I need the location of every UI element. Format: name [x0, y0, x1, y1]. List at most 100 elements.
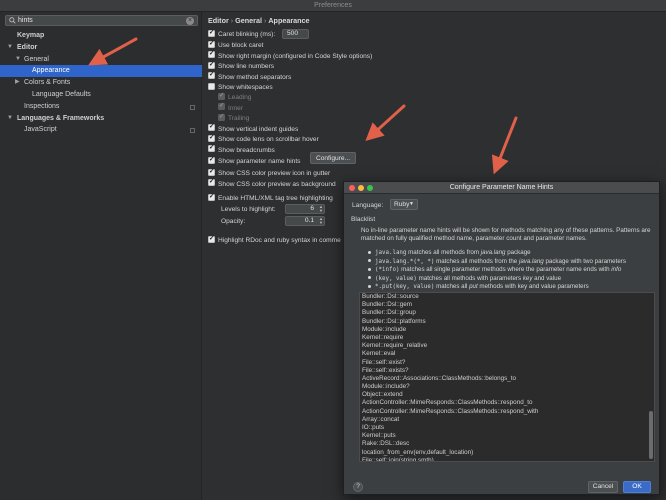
blacklist-entry[interactable]: Bundler::Dsl::group — [360, 309, 654, 317]
configure-button[interactable]: Configure... — [310, 152, 356, 164]
levels-value[interactable]: 6 — [310, 205, 314, 212]
stepper-arrows-icon[interactable]: ▲ ▼ — [319, 217, 323, 225]
whitespaces-option[interactable]: Show whitespaces — [208, 82, 273, 93]
blacklist-entry[interactable]: Module::include? — [360, 383, 654, 391]
html-xml-label: Enable HTML/XML tag tree highlighting — [218, 195, 333, 202]
tree-item-label: Appearance — [32, 67, 70, 75]
chevron-down-icon: ▼ — [409, 201, 414, 207]
right-margin-option[interactable]: Show right margin (configured in Code St… — [208, 49, 372, 62]
blacklist-entry[interactable]: Kernel::eval — [360, 350, 654, 358]
param-hints-option[interactable]: Show parameter name hints — [208, 155, 301, 167]
css-gutter-label: Show CSS color preview icon in gutter — [218, 170, 331, 177]
tree-item-label: Languages & Frameworks — [17, 114, 105, 122]
chevron-down-icon[interactable]: ▼ — [15, 54, 21, 66]
blacklist-entry[interactable]: Object::extend — [360, 391, 654, 399]
search-icon — [9, 17, 16, 24]
blacklist-entry[interactable]: ActionController::MimeResponds::ClassMet… — [360, 399, 654, 407]
language-select[interactable]: Ruby ▼ — [390, 199, 418, 210]
line-numbers-option[interactable]: Show line numbers — [208, 60, 274, 72]
blacklist-entry[interactable]: Module::include — [360, 326, 654, 334]
blacklist-entry[interactable]: File::self::exists? — [360, 367, 654, 375]
blacklist-entry[interactable]: Rake::DSL::desc — [360, 440, 654, 448]
chevron-down-icon[interactable]: ▼ — [7, 42, 13, 54]
css-background-checkbox[interactable] — [208, 177, 215, 187]
block-caret-option[interactable]: Use block caret — [208, 39, 264, 51]
blacklist-editor[interactable]: Bundler::Dsl::source Bundler::Dsl::gem Bun… — [359, 292, 655, 462]
inner-checkbox[interactable] — [218, 101, 225, 111]
right-margin-checkbox[interactable] — [208, 49, 215, 59]
blacklist-entry[interactable]: Bundler::Dsl::source — [360, 293, 654, 301]
block-caret-checkbox[interactable] — [208, 39, 215, 49]
html-xml-option[interactable]: Enable HTML/XML tag tree highlighting — [208, 192, 333, 204]
breadcrumbs-checkbox[interactable] — [208, 143, 215, 153]
vertical-guides-option[interactable]: Show vertical indent guides — [208, 122, 298, 135]
tree-item-editor[interactable]: ▼ Editor — [0, 42, 202, 54]
blacklist-entry[interactable]: Bundler::Dsl::gem — [360, 301, 654, 309]
tree-item-keymap[interactable]: Keymap — [0, 30, 202, 42]
tree-item-label: Keymap — [17, 32, 45, 39]
trailing-option[interactable]: Trailing — [218, 112, 249, 124]
blacklist-entry[interactable]: IO::puts — [360, 424, 654, 432]
chevron-right-icon[interactable]: ▶ — [15, 77, 20, 89]
stepper-arrows-icon[interactable]: ▲ ▼ — [319, 205, 323, 213]
blacklist-entry[interactable]: File::self::join(string,smth) — [360, 457, 654, 461]
search-field[interactable]: hints × — [5, 15, 198, 26]
tree-item-language-defaults[interactable]: Language Defaults — [0, 89, 202, 101]
code-lens-checkbox[interactable] — [208, 133, 215, 143]
tree-item-javascript[interactable]: JavaScript — [0, 124, 202, 136]
css-gutter-checkbox[interactable] — [208, 167, 215, 177]
tree-item-appearance[interactable]: Appearance — [0, 65, 202, 78]
language-label: Language: — [352, 202, 384, 209]
html-xml-checkbox[interactable] — [208, 192, 215, 202]
search-input[interactable]: hints — [18, 17, 33, 24]
caret-blinking-value[interactable]: 500 — [287, 30, 298, 37]
blacklist-entry[interactable]: location_from_env(env,default_location) — [360, 449, 654, 457]
blacklist-entry[interactable]: Kernel::require — [360, 334, 654, 342]
cancel-button[interactable]: Cancel — [588, 481, 618, 493]
blacklist-entry[interactable]: ActionController::MimeResponds::ClassMet… — [360, 408, 654, 416]
css-background-option[interactable]: Show CSS color preview as background — [208, 177, 336, 190]
tree-item-label: JavaScript — [24, 126, 57, 134]
block-caret-label: Use block caret — [218, 42, 264, 49]
method-separators-option[interactable]: Show method separators — [208, 70, 291, 83]
caret-blinking-option[interactable]: Caret blinking (ms): — [208, 28, 275, 40]
blacklist-entry[interactable]: Kernel::puts — [360, 432, 654, 440]
tree-item-label: Language Defaults — [32, 90, 91, 98]
opacity-field[interactable]: 0.1 ▲ ▼ — [285, 216, 325, 226]
blacklist-scrollbar[interactable] — [649, 411, 653, 459]
blacklist-entry[interactable]: Array::concat — [360, 416, 654, 424]
trailing-checkbox[interactable] — [218, 112, 225, 122]
css-gutter-option[interactable]: Show CSS color preview icon in gutter — [208, 167, 331, 179]
rdoc-option[interactable]: Highlight RDoc and ruby syntax in comme — [208, 234, 341, 246]
line-numbers-checkbox[interactable] — [208, 60, 215, 70]
clear-search-icon[interactable]: × — [186, 17, 194, 25]
tree-item-colors-fonts[interactable]: ▶ Colors & Fonts — [0, 77, 202, 89]
css-background-label: Show CSS color preview as background — [218, 180, 336, 188]
blacklist-entry[interactable]: Kernel::require_relative — [360, 342, 654, 350]
param-hints-checkbox[interactable] — [208, 155, 215, 165]
tree-item-general[interactable]: ▼ General — [0, 54, 202, 66]
blacklist-entry[interactable]: ActiveRecord::Associations::ClassMethods… — [360, 375, 654, 383]
blacklist-entry[interactable]: Bundler::Dsl::platforms — [360, 318, 654, 326]
whitespaces-checkbox[interactable] — [208, 82, 215, 90]
param-hints-label: Show parameter name hints — [218, 158, 301, 165]
breadcrumbs-option[interactable]: Show breadcrumbs — [208, 143, 275, 156]
ok-button[interactable]: OK — [623, 481, 651, 493]
levels-field[interactable]: 6 ▲ ▼ — [285, 204, 325, 214]
tree-item-languages-frameworks[interactable]: ▼ Languages & Frameworks — [0, 113, 202, 125]
method-separators-checkbox[interactable] — [208, 70, 215, 80]
tree-item-inspections[interactable]: Inspections — [0, 101, 202, 113]
blacklist-entry[interactable]: File::self::exist? — [360, 359, 654, 367]
vertical-guides-checkbox[interactable] — [208, 122, 215, 132]
caret-blinking-checkbox[interactable] — [208, 28, 215, 38]
settings-sidebar: hints × Keymap ▼ Editor ▼ General Appearan… — [0, 12, 202, 500]
help-button[interactable]: ? — [353, 482, 363, 492]
chevron-down-icon[interactable]: ▼ — [7, 113, 13, 125]
rdoc-checkbox[interactable] — [208, 234, 215, 244]
project-settings-icon — [190, 128, 195, 134]
opacity-value[interactable]: 0.1 — [305, 217, 314, 224]
leading-checkbox[interactable] — [218, 91, 225, 101]
caret-blinking-field[interactable]: 500 — [282, 29, 309, 39]
pattern-example: java.lang matches all methods from java.… — [368, 249, 656, 258]
code-lens-option[interactable]: Show code lens on scrollbar hover — [208, 133, 319, 145]
